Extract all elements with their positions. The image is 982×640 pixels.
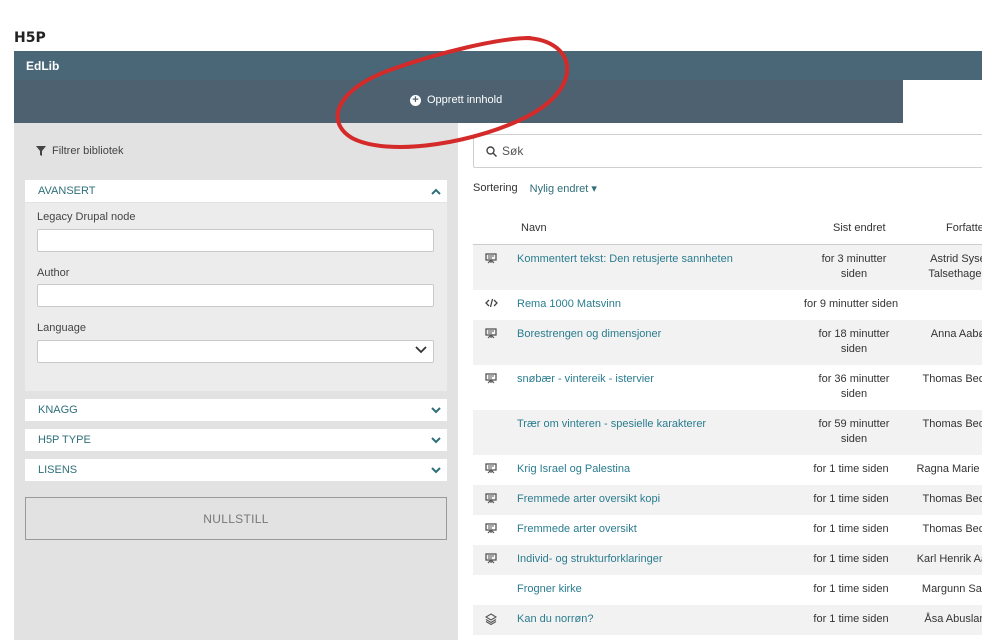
row-author: Thomas Bedin (922, 418, 982, 430)
row-date: for 1 time siden (813, 613, 889, 625)
row-date: for 1 time siden (813, 463, 889, 475)
legacy-drupal-node-input[interactable] (37, 229, 434, 252)
row-title-link[interactable]: Fremmede arter oversikt (517, 523, 637, 535)
search-box[interactable] (473, 134, 982, 168)
row-author: Anna Aabø (930, 328, 982, 340)
chevron-down-icon (425, 399, 447, 421)
chevron-down-icon (425, 459, 447, 481)
chevron-down-icon (415, 346, 427, 354)
row-title-link[interactable]: Trær om vinteren - spesielle karakterer (517, 418, 706, 430)
search-input[interactable] (500, 143, 982, 159)
row-date: for 1 time siden (813, 553, 889, 565)
row-author: Thomas Bedin (922, 373, 982, 385)
presentation-icon (485, 523, 497, 537)
presentation-icon (485, 253, 497, 267)
row-title-link[interactable]: Kommentert tekst: Den retusjerte sannhet… (517, 253, 733, 265)
table-row[interactable]: Rema 1000 Matsvinn for 9 minutter siden (473, 290, 982, 320)
panel-knagg[interactable]: KNAGG (25, 399, 447, 421)
panel-h5p-type-label: H5P TYPE (38, 434, 91, 446)
filter-icon (36, 146, 46, 156)
row-title-link[interactable]: Kan du norrøn? (517, 613, 593, 625)
author-label: Author (37, 267, 70, 279)
presentation-icon (485, 553, 497, 567)
advanced-panel-body: Legacy Drupal node Author Language (25, 203, 447, 391)
content-list-area: Sortering Nylig endret ▾ Navn Sist endre… (458, 123, 982, 640)
table-row[interactable]: Krig Israel og Palestina for 1 time siden… (473, 455, 982, 485)
advanced-panel-label: AVANSERT (38, 185, 96, 197)
column-header-author[interactable]: Forfatter (946, 222, 982, 234)
table-body: Kommentert tekst: Den retusjerte sannhet… (473, 245, 982, 635)
table-row[interactable]: Individ- og strukturforklaringer for 1 ti… (473, 545, 982, 575)
create-content-label: Opprett innhold (427, 94, 503, 106)
row-date: for 59 minutter siden (818, 418, 890, 445)
row-date: for 18 minutter siden (818, 328, 890, 355)
language-label: Language (37, 322, 86, 334)
panel-lisens[interactable]: LISENS (25, 459, 447, 481)
sort-control: Sortering Nylig endret ▾ (473, 182, 597, 195)
table-header: Navn Sist endret Forfatter (473, 214, 982, 245)
language-select[interactable] (37, 340, 434, 363)
row-author: Åsa Abusland (924, 613, 982, 625)
search-icon (486, 145, 497, 157)
row-date: for 1 time siden (813, 583, 889, 595)
panel-h5p-type[interactable]: H5P TYPE (25, 429, 447, 451)
row-author: Thomas Bedin (922, 493, 982, 505)
plus-circle-icon: + (410, 94, 421, 106)
caret-down-icon: ▾ (591, 183, 597, 195)
row-author: Margunn Sand (921, 583, 982, 595)
advanced-panel-toggle[interactable]: AVANSERT (25, 180, 447, 202)
row-title-link[interactable]: Frogner kirke (517, 583, 582, 595)
column-header-date[interactable]: Sist endret (833, 222, 886, 234)
code-icon (485, 298, 498, 311)
table-row[interactable]: snøbær - vintereik - istervier for 36 min… (473, 365, 982, 410)
sort-value: Nylig endret (529, 183, 589, 195)
row-date: for 36 minutter siden (818, 373, 890, 400)
row-date: for 9 minutter siden (803, 298, 899, 310)
filter-title-label: Filtrer bibliotek (52, 145, 124, 157)
row-author: Thomas Bedin (922, 523, 982, 535)
panel-lisens-label: LISENS (38, 464, 78, 476)
table-row[interactable]: Fremmede arter oversikt for 1 time siden T… (473, 515, 982, 545)
filter-sidebar: Filtrer bibliotek AVANSERT Legacy Drupal… (14, 123, 458, 640)
layers-icon (484, 613, 498, 628)
create-bar: + Opprett innhold (14, 80, 903, 123)
row-author: Astrid Syse Talsethagen (928, 253, 982, 280)
content-table: Navn Sist endret Forfatter Kommentert te… (473, 214, 982, 635)
presentation-icon (485, 493, 497, 507)
chevron-up-icon (425, 180, 447, 202)
presentation-icon (485, 373, 497, 387)
chevron-down-icon (425, 429, 447, 451)
table-row[interactable]: Trær om vinteren - spesielle karakterer f… (473, 410, 982, 455)
table-row[interactable]: Fremmede arter oversikt kopi for 1 time s… (473, 485, 982, 515)
panel-knagg-label: KNAGG (38, 404, 78, 416)
table-row[interactable]: Kommentert tekst: Den retusjerte sannhet… (473, 245, 982, 290)
column-header-name[interactable]: Navn (521, 222, 547, 234)
presentation-icon (485, 328, 497, 342)
page-heading: H5P (14, 30, 46, 46)
presentation-icon (485, 463, 497, 477)
row-author: Ragna Marie Tør (916, 463, 982, 475)
table-row[interactable]: Frogner kirke for 1 time siden Margunn San… (473, 575, 982, 605)
row-title-link[interactable]: snøbær - vintereik - istervier (517, 373, 654, 385)
row-title-link[interactable]: Individ- og strukturforklaringer (517, 553, 663, 565)
sort-label: Sortering (473, 182, 518, 194)
row-date: for 3 minutter siden (821, 253, 887, 280)
row-title-link[interactable]: Rema 1000 Matsvinn (517, 298, 621, 310)
sort-select[interactable]: Nylig endret ▾ (530, 182, 597, 195)
reset-button[interactable]: NULLSTILL (25, 497, 447, 540)
author-input[interactable] (37, 284, 434, 307)
table-row[interactable]: Borestrengen og dimensjoner for 18 minutt… (473, 320, 982, 365)
row-title-link[interactable]: Borestrengen og dimensjoner (517, 328, 661, 340)
top-nav-bar: EdLib (14, 51, 982, 80)
row-title-link[interactable]: Fremmede arter oversikt kopi (517, 493, 660, 505)
brand-label[interactable]: EdLib (26, 59, 59, 73)
row-date: for 1 time siden (813, 493, 889, 505)
create-content-button[interactable]: + Opprett innhold (410, 94, 502, 106)
row-author: Karl Henrik Aane (916, 553, 982, 565)
table-row[interactable]: Kan du norrøn? for 1 time siden Åsa Abusla… (473, 605, 982, 635)
filter-title: Filtrer bibliotek (36, 145, 124, 157)
row-title-link[interactable]: Krig Israel og Palestina (517, 463, 630, 475)
row-date: for 1 time siden (813, 523, 889, 535)
legacy-drupal-node-label: Legacy Drupal node (37, 211, 136, 223)
